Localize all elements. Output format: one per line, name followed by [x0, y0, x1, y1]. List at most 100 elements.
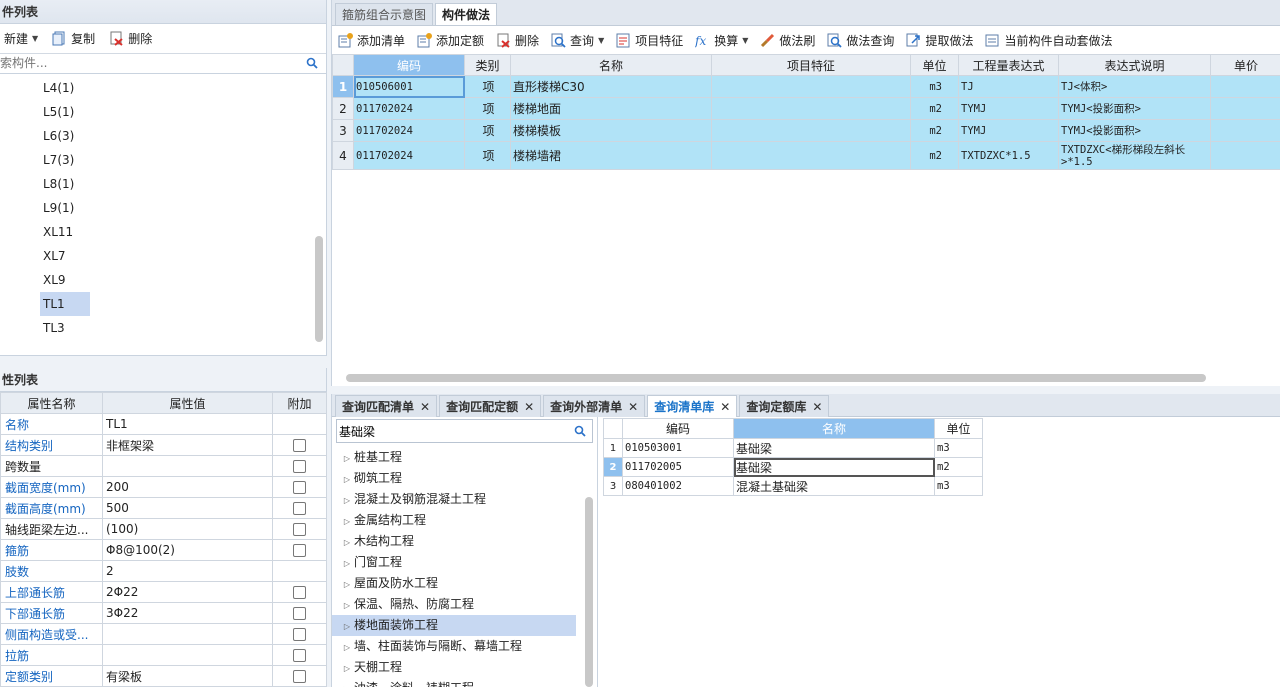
cell-price[interactable]: [1210, 97, 1280, 120]
query-tab-4[interactable]: 查询定额库 ✕: [739, 395, 830, 417]
close-icon[interactable]: ✕: [628, 400, 638, 414]
property-value[interactable]: [102, 623, 273, 645]
component-list-item[interactable]: TL3: [0, 316, 326, 340]
attach-checkbox[interactable]: [293, 502, 306, 515]
cell-desc[interactable]: TYMJ<投影面积>: [1058, 97, 1211, 120]
expand-arrow-icon[interactable]: ▷: [340, 574, 354, 595]
result-row[interactable]: 2 011702005 基础梁 m2: [603, 457, 983, 477]
expand-arrow-icon[interactable]: ▷: [340, 469, 354, 490]
property-value[interactable]: Φ8@100(2): [102, 539, 273, 561]
cell-expr[interactable]: TYMJ: [958, 119, 1059, 142]
query-tab-3[interactable]: 查询清单库 ✕: [647, 395, 738, 417]
library-search-input[interactable]: [337, 420, 557, 442]
attach-checkbox[interactable]: [293, 670, 306, 683]
cell-type[interactable]: 项: [464, 97, 511, 120]
chevron-down-icon[interactable]: ▼: [32, 34, 38, 43]
cell-name[interactable]: 楼梯墙裙: [510, 141, 712, 170]
cell-expr[interactable]: TJ: [958, 75, 1059, 98]
component-list-item[interactable]: L5(1): [0, 100, 326, 124]
result-row[interactable]: 3 080401002 混凝土基础梁 m3: [603, 476, 983, 496]
result-code[interactable]: 080401002: [622, 476, 734, 496]
property-row[interactable]: 跨数量: [0, 455, 327, 477]
property-row[interactable]: 箍筋 Φ8@100(2): [0, 539, 327, 561]
cell-feature[interactable]: [711, 97, 911, 120]
property-value[interactable]: TL1: [102, 413, 273, 435]
property-value[interactable]: (100): [102, 518, 273, 540]
cell-expr[interactable]: TYMJ: [958, 97, 1059, 120]
property-row[interactable]: 肢数 2: [0, 560, 327, 582]
tab-0[interactable]: 箍筋组合示意图: [335, 3, 434, 25]
auto-apply-button[interactable]: 当前构件自动套做法: [985, 32, 1112, 49]
close-icon[interactable]: ✕: [420, 400, 430, 414]
cell-price[interactable]: [1210, 119, 1280, 142]
property-value[interactable]: [102, 644, 273, 666]
component-list-item[interactable]: XL9: [0, 268, 326, 292]
tree-item[interactable]: ▷ 天棚工程: [332, 657, 576, 678]
cell-code[interactable]: 011702024: [353, 119, 465, 142]
cell-name[interactable]: 楼梯模板: [510, 119, 712, 142]
cell-unit[interactable]: m2: [910, 119, 959, 142]
property-row[interactable]: 下部通长筋 3Φ22: [0, 602, 327, 624]
component-list-item[interactable]: L8(1): [0, 172, 326, 196]
expand-arrow-icon[interactable]: ▷: [340, 637, 354, 658]
cell-feature[interactable]: [711, 119, 911, 142]
table-row[interactable]: 4 011702024 项楼梯墙裙 m2 TXTDZXC*1.5 TXTDZXC<梯形梯段…: [332, 141, 1280, 170]
attach-checkbox[interactable]: [293, 481, 306, 494]
close-icon[interactable]: ✕: [524, 400, 534, 414]
extract-button[interactable]: 提取做法: [906, 32, 973, 49]
component-search-input[interactable]: [0, 54, 300, 72]
cell-code[interactable]: 010506001: [353, 75, 465, 98]
cell-type[interactable]: 项: [464, 75, 511, 98]
attach-checkbox[interactable]: [293, 586, 306, 599]
attach-checkbox[interactable]: [293, 607, 306, 620]
cell-type[interactable]: 项: [464, 119, 511, 142]
property-value[interactable]: 2: [102, 560, 273, 582]
expand-arrow-icon[interactable]: ▷: [340, 679, 354, 687]
tree-item[interactable]: ▷ 木结构工程: [332, 531, 576, 552]
cell-expr[interactable]: TXTDZXC*1.5: [958, 141, 1059, 170]
tree-item[interactable]: ▷ 门窗工程: [332, 552, 576, 573]
tree-item[interactable]: ▷ 砌筑工程: [332, 468, 576, 489]
property-row[interactable]: 侧面构造或受...: [0, 623, 327, 645]
result-code[interactable]: 010503001: [622, 438, 734, 458]
result-row[interactable]: 1 010503001 基础梁 m3: [603, 438, 983, 458]
expand-arrow-icon[interactable]: ▷: [340, 511, 354, 532]
table-row[interactable]: 3 011702024 项楼梯模板 m2 TYMJ TYMJ<投影面积>: [332, 119, 1280, 142]
expand-arrow-icon[interactable]: ▷: [340, 490, 354, 511]
cell-code[interactable]: 011702024: [353, 97, 465, 120]
method-table-h-scrollbar[interactable]: [346, 374, 1206, 382]
cell-price[interactable]: [1210, 141, 1280, 170]
tree-item[interactable]: ▷ 混凝土及钢筋混凝土工程: [332, 489, 576, 510]
expand-arrow-icon[interactable]: ▷: [340, 595, 354, 616]
copy-button[interactable]: 复制: [52, 30, 95, 47]
property-row[interactable]: 定额类别 有梁板: [0, 665, 327, 687]
property-value[interactable]: 3Φ22: [102, 602, 273, 624]
component-list-item[interactable]: L6(3): [0, 124, 326, 148]
fx-button[interactable]: fx 换算 ▼: [694, 32, 748, 49]
chevron-down-icon[interactable]: ▼: [742, 36, 748, 45]
result-name[interactable]: 混凝土基础梁: [733, 476, 935, 496]
result-unit[interactable]: m3: [934, 438, 983, 458]
tree-item[interactable]: ▷ 金属结构工程: [332, 510, 576, 531]
tree-item[interactable]: ▷ 保温、隔热、防腐工程: [332, 594, 576, 615]
search-icon[interactable]: [574, 425, 586, 440]
result-name[interactable]: 基础梁: [733, 438, 935, 458]
tab-1[interactable]: 构件做法: [435, 3, 498, 25]
property-row[interactable]: 截面宽度(mm) 200: [0, 476, 327, 498]
cell-name[interactable]: 直形楼梯C30: [510, 75, 712, 98]
tree-item[interactable]: ▷ 墙、柱面装饰与隔断、幕墙工程: [332, 636, 576, 657]
cell-name[interactable]: 楼梯地面: [510, 97, 712, 120]
method-query-button[interactable]: 做法查询: [827, 32, 894, 49]
attach-checkbox[interactable]: [293, 523, 306, 536]
delete-button[interactable]: 删除: [496, 32, 539, 49]
attach-checkbox[interactable]: [293, 460, 306, 473]
result-name[interactable]: 基础梁: [733, 457, 935, 477]
property-value[interactable]: [102, 455, 273, 477]
close-icon[interactable]: ✕: [720, 400, 730, 414]
cell-unit[interactable]: m3: [910, 75, 959, 98]
component-list-item[interactable]: XL11: [0, 220, 326, 244]
cell-desc[interactable]: TYMJ<投影面积>: [1058, 119, 1211, 142]
cell-unit[interactable]: m2: [910, 97, 959, 120]
table-row[interactable]: 1 010506001 项直形楼梯C30 m3 TJ TJ<体积>: [332, 75, 1280, 98]
component-list-item[interactable]: L7(3): [0, 148, 326, 172]
